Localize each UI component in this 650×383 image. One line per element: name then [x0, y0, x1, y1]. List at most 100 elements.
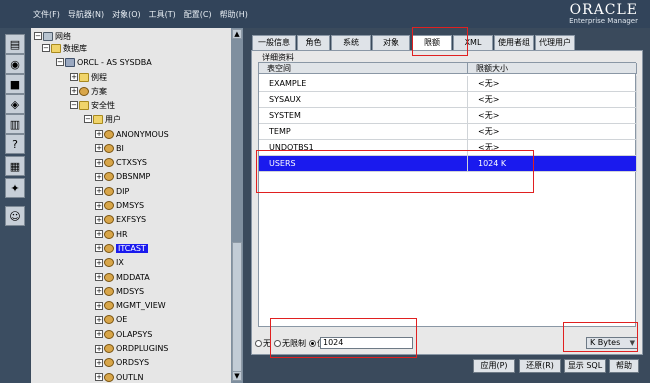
menu-tools[interactable]: 工具(T): [149, 9, 176, 20]
expand-icon[interactable]: +: [95, 244, 103, 253]
tab-xml[interactable]: XML: [453, 35, 493, 50]
user-icon: [104, 201, 114, 210]
menu-config[interactable]: 配置(C): [184, 9, 212, 20]
tree-user-itcast[interactable]: + ITCAST: [95, 242, 148, 254]
tree-node-schema[interactable]: + 方案: [70, 85, 107, 97]
expand-icon[interactable]: +: [95, 215, 103, 224]
cube-icon[interactable]: ■: [5, 74, 25, 94]
chevron-down-icon: ▼: [629, 339, 635, 347]
scroll-down-icon[interactable]: ▼: [232, 371, 242, 381]
expand-icon[interactable]: +: [95, 158, 103, 167]
tree-user-mgmt_view[interactable]: + MGMT_VIEW: [95, 300, 166, 312]
brand-name: ORACLE: [569, 2, 638, 18]
tree-user-anonymous[interactable]: + ANONYMOUS: [95, 128, 169, 140]
table-row[interactable]: SYSAUX <无>: [259, 92, 637, 108]
collapse-icon[interactable]: −: [84, 115, 92, 123]
network-icon[interactable]: ✦: [5, 178, 25, 198]
collapse-icon[interactable]: −: [34, 32, 42, 40]
expand-icon[interactable]: +: [95, 358, 103, 367]
table-row[interactable]: TEMP <无>: [259, 124, 637, 140]
tree-user-bi[interactable]: + BI: [95, 142, 124, 154]
tree-user-dmsys[interactable]: + DMSYS: [95, 200, 144, 212]
tab-proxy-users[interactable]: 代理用户: [535, 35, 575, 50]
expand-icon[interactable]: +: [70, 73, 78, 81]
tree-node-users[interactable]: − 用户: [84, 113, 121, 125]
tree-user-outln[interactable]: + OUTLN: [95, 371, 143, 383]
sql-icon[interactable]: ▦: [5, 156, 25, 176]
radio-value[interactable]: [309, 339, 316, 347]
tree-user-olapsys[interactable]: + OLAPSYS: [95, 328, 152, 340]
revert-button[interactable]: 还原(R): [519, 359, 561, 373]
expand-icon[interactable]: +: [95, 273, 103, 281]
tree-user-hr[interactable]: + HR: [95, 228, 128, 240]
tree-node-routines[interactable]: + 例程: [70, 71, 107, 83]
collapse-icon[interactable]: −: [70, 101, 78, 109]
expand-icon[interactable]: +: [95, 315, 103, 324]
expand-icon[interactable]: +: [95, 201, 103, 210]
quota-unit-select[interactable]: K Bytes ▼: [586, 337, 638, 349]
col-tablespace[interactable]: 表空间: [259, 63, 468, 74]
tree-node-security[interactable]: − 安全性: [70, 99, 115, 111]
tree-user-mddata[interactable]: + MDDATA: [95, 271, 150, 283]
table-row[interactable]: SYSTEM <无>: [259, 108, 637, 124]
tab-system[interactable]: 系统: [331, 35, 371, 50]
menu-help[interactable]: 帮助(H): [220, 9, 248, 20]
expand-icon[interactable]: +: [95, 301, 103, 310]
scroll-up-icon[interactable]: ▲: [232, 29, 242, 39]
tree-user-ctxsys[interactable]: + CTXSYS: [95, 157, 147, 169]
tree-node-instance[interactable]: − ORCL - AS SYSDBA: [56, 56, 152, 68]
expand-icon[interactable]: +: [95, 287, 103, 296]
menu-object[interactable]: 对象(O): [112, 9, 141, 20]
scroll-thumb[interactable]: [232, 242, 242, 381]
database-icon[interactable]: ◉: [5, 54, 25, 74]
tab-general[interactable]: 一般信息: [252, 35, 296, 50]
tree-user-oe[interactable]: + OE: [95, 314, 127, 326]
help-button[interactable]: 帮助: [609, 359, 639, 373]
group-icon[interactable]: ◈: [5, 94, 25, 114]
tree-user-dip[interactable]: + DIP: [95, 185, 129, 197]
collapse-icon[interactable]: −: [42, 44, 50, 52]
user-icon: [104, 315, 114, 325]
col-quota-size[interactable]: 限额大小: [468, 63, 637, 74]
radio-unlimited[interactable]: [274, 339, 281, 347]
tree-node-databases[interactable]: − 数据库: [42, 42, 87, 54]
expand-icon[interactable]: +: [95, 330, 103, 339]
menu-file[interactable]: 文件(F): [33, 9, 60, 20]
collapse-icon[interactable]: −: [56, 58, 64, 66]
console-icon[interactable]: ▤: [5, 34, 25, 54]
help-icon[interactable]: ?: [5, 134, 25, 154]
tree-user-ordsys[interactable]: + ORDSYS: [95, 357, 149, 369]
tree-user-dbsnmp[interactable]: + DBSNMP: [95, 171, 150, 183]
tree-node-network[interactable]: − 网络: [34, 30, 71, 42]
apply-button[interactable]: 应用(P): [473, 359, 515, 373]
tree-scrollbar[interactable]: ▲ ▼: [231, 28, 243, 383]
tab-consumer-groups[interactable]: 使用者组: [494, 35, 534, 50]
table-row[interactable]: EXAMPLE <无>: [259, 76, 637, 92]
expand-icon[interactable]: +: [95, 172, 103, 181]
table-row[interactable]: USERS 1024 K: [259, 156, 637, 172]
folder-icon: [51, 43, 61, 53]
show-sql-button[interactable]: 显示 SQL: [564, 359, 606, 373]
expand-icon[interactable]: +: [95, 373, 103, 382]
user-icon: [104, 329, 114, 339]
expand-icon[interactable]: +: [95, 144, 103, 153]
tab-roles[interactable]: 角色: [297, 35, 330, 50]
tab-objects[interactable]: 对象: [372, 35, 410, 50]
radio-none[interactable]: [255, 339, 262, 347]
trash-icon[interactable]: ▥: [5, 114, 25, 134]
menu-bar: 文件(F) 导航器(N) 对象(O) 工具(T) 配置(C) 帮助(H) ORA…: [0, 0, 650, 28]
expand-icon[interactable]: +: [95, 230, 103, 239]
tree-user-mdsys[interactable]: + MDSYS: [95, 285, 144, 297]
people-icon[interactable]: ☺: [5, 206, 25, 226]
expand-icon[interactable]: +: [95, 187, 103, 196]
expand-icon[interactable]: +: [95, 258, 103, 267]
menu-navigator[interactable]: 导航器(N): [68, 9, 104, 20]
tree-user-ordplugins[interactable]: + ORDPLUGINS: [95, 343, 168, 355]
quota-value-input[interactable]: 1024: [320, 337, 413, 349]
expand-icon[interactable]: +: [95, 344, 103, 353]
expand-icon[interactable]: +: [95, 130, 103, 138]
expand-icon[interactable]: +: [70, 87, 78, 95]
tree-user-exfsys[interactable]: + EXFSYS: [95, 214, 146, 226]
tree-user-ix[interactable]: + IX: [95, 257, 124, 269]
table-row[interactable]: UNDOTBS1 <无>: [259, 140, 637, 156]
